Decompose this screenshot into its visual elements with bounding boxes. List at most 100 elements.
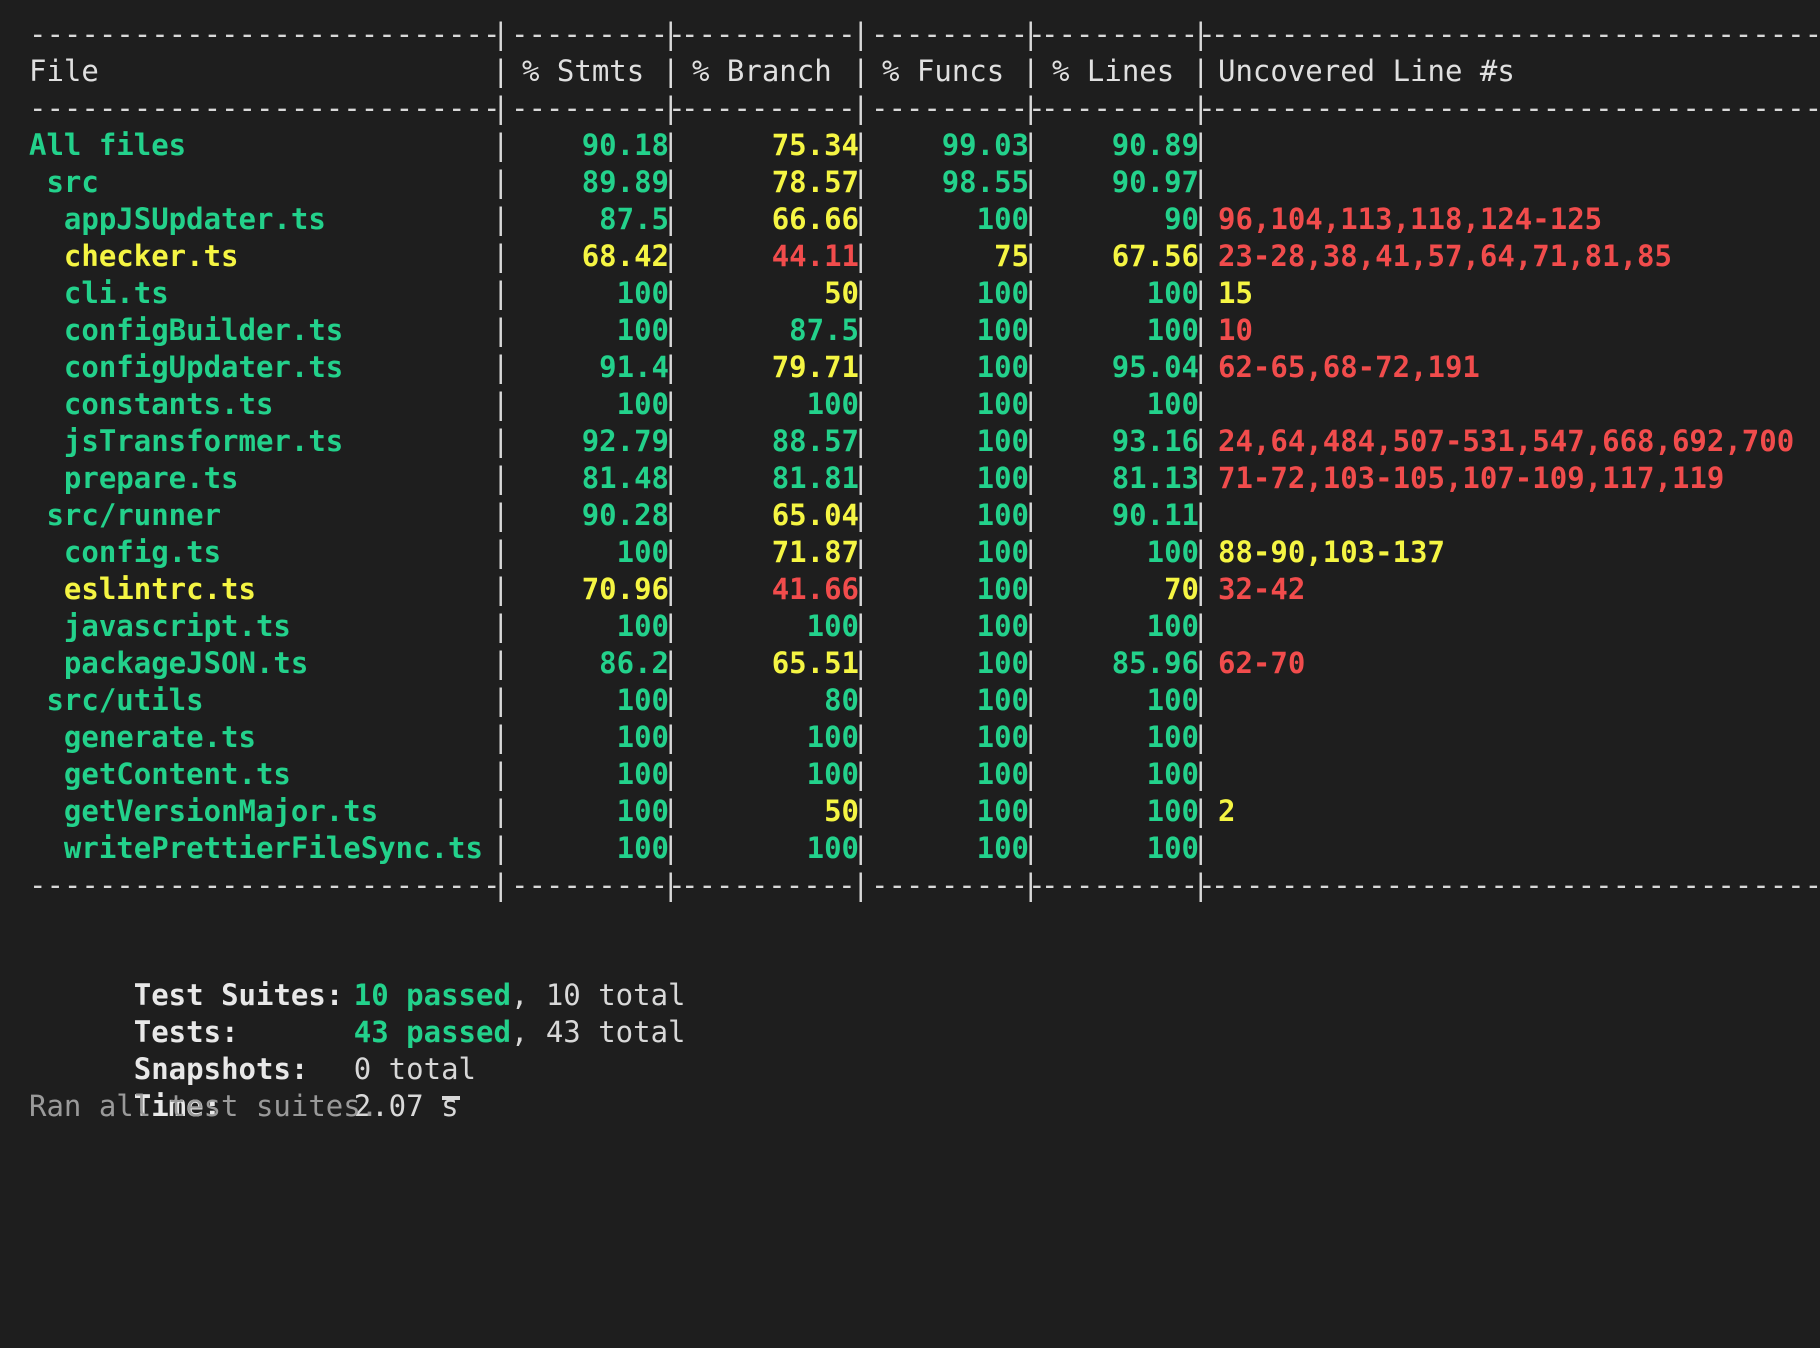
row-lines: 100	[1146, 757, 1199, 791]
table-row: packageJSON.ts | 86.2 | 65.51 | 100 | 85.96 | 62-7…	[29, 645, 1809, 682]
row-funcs: 100	[976, 609, 1029, 643]
summary-snapshots: Snapshots: 0 total	[29, 1014, 1809, 1086]
table-row: generate.ts | 100 | 100 | 100 | 100 |	[29, 720, 1210, 754]
row-stmts: 100	[616, 720, 669, 754]
row-branch: 88.57	[771, 424, 859, 458]
table-row: src/utils | 100 | 80 | 100 | 100 |	[29, 683, 1210, 717]
row-funcs: 100	[976, 313, 1029, 347]
summary-tests: Tests: 43 passed, 43 total	[29, 977, 1809, 1049]
separator-file: ---------------------------	[29, 17, 501, 51]
table-separator-bottom: --------------------------- | ----------…	[29, 868, 1820, 902]
row-stmts: 87.5	[599, 202, 669, 236]
table-row: src | 89.89 | 78.57 | 98.55 | 90.97 |	[29, 165, 1210, 199]
row-lines: 100	[1146, 387, 1199, 421]
row-funcs: 100	[976, 831, 1029, 865]
row-uncovered: 62-70	[1218, 646, 1306, 680]
table-row: getVersionMajor.ts | 100 | 50 | 100 | 100 | 2	[29, 793, 1809, 830]
row-stmts: 100	[616, 794, 669, 828]
row-funcs: 100	[976, 424, 1029, 458]
separator-funcs: ----------	[871, 17, 1046, 51]
row-file: configBuilder.ts	[29, 313, 344, 347]
table-row: getContent.ts | 100 | 100 | 100 | 100 |	[29, 757, 1210, 791]
row-stmts: 81.48	[581, 461, 669, 495]
row-uncovered: 15	[1218, 276, 1253, 310]
row-branch: 80	[824, 683, 859, 717]
table-row: writePrettierFileSync.ts | 100 | 100 | 100 | 100…	[29, 831, 1210, 865]
row-uncovered: 71-72,103-105,107-109,117,119	[1218, 461, 1725, 495]
row-file: javascript.ts	[29, 609, 291, 643]
summary-time: Time: 2.07 s	[29, 1051, 1809, 1123]
row-file: src/runner	[29, 498, 222, 532]
separator-stmts: ----------	[511, 17, 686, 51]
header-uncovered: Uncovered Line #s	[1218, 54, 1515, 88]
row-stmts: 86.2	[599, 646, 669, 680]
row-branch: 41.66	[771, 572, 859, 606]
row-branch: 100	[806, 387, 859, 421]
row-funcs: 100	[976, 276, 1029, 310]
test-summary: Test Suites: 10 passed, 10 total Tests: 43…	[29, 940, 1809, 1125]
row-stmts: 90.18	[581, 128, 669, 162]
row-stmts: 91.4	[599, 350, 669, 384]
row-branch: 65.51	[771, 646, 859, 680]
row-branch: 78.57	[771, 165, 859, 199]
row-file: jsTransformer.ts	[29, 424, 344, 458]
ran-message: Ran all test suites.	[29, 1089, 379, 1123]
row-stmts: 92.79	[581, 424, 669, 458]
row-branch: 50	[824, 794, 859, 828]
row-stmts: 100	[616, 387, 669, 421]
row-stmts: 100	[616, 609, 669, 643]
header-lines: % Lines	[1052, 54, 1175, 88]
row-lines: 100	[1146, 794, 1199, 828]
table-row: All files | 90.18 | 75.34 | 99.03 | 90.89 |	[29, 128, 1210, 162]
row-lines: 100	[1146, 720, 1199, 754]
summary-suites: Test Suites: 10 passed, 10 total	[29, 940, 1809, 1012]
row-funcs: 100	[976, 794, 1029, 828]
row-uncovered: 96,104,113,118,124-125	[1218, 202, 1603, 236]
row-stmts: 100	[616, 276, 669, 310]
row-branch: 100	[806, 757, 859, 791]
row-funcs: 100	[976, 350, 1029, 384]
table-row: jsTransformer.ts | 92.79 | 88.57 | 100 | 93.16 | 2…	[29, 423, 1809, 460]
separator-uncovered: -----------------------------------	[1211, 17, 1820, 51]
row-lines: 90.11	[1111, 498, 1199, 532]
row-branch: 71.87	[771, 535, 859, 569]
row-uncovered: 32-42	[1218, 572, 1306, 606]
table-row: appJSUpdater.ts | 87.5 | 66.66 | 100 | 90 | 96,104…	[29, 201, 1809, 238]
table-separator-top: --------------------------- | ----------…	[29, 16, 1820, 53]
row-funcs: 100	[976, 757, 1029, 791]
separator-lines: ----------	[1041, 17, 1216, 51]
terminal-output: --------------------------- | ----------…	[29, 16, 1820, 1125]
table-row: javascript.ts | 100 | 100 | 100 | 100 |	[29, 609, 1210, 643]
coverage-rows: All files | 90.18 | 75.34 | 99.03 | 90.89 | src | 8…	[29, 127, 1809, 867]
row-lines: 67.56	[1111, 239, 1199, 273]
row-file: All files	[29, 128, 187, 162]
row-lines: 70	[1164, 572, 1199, 606]
row-file: src	[29, 165, 99, 199]
row-branch: 50	[824, 276, 859, 310]
row-branch: 65.04	[771, 498, 859, 532]
row-funcs: 100	[976, 202, 1029, 236]
row-uncovered: 24,64,484,507-531,547,668,692,700	[1218, 424, 1795, 458]
row-stmts: 68.42	[581, 239, 669, 273]
row-branch: 100	[806, 831, 859, 865]
row-file: packageJSON.ts	[29, 646, 309, 680]
row-funcs: 100	[976, 646, 1029, 680]
row-file: prepare.ts	[29, 461, 239, 495]
row-file: src/utils	[29, 683, 204, 717]
row-branch: 81.81	[771, 461, 859, 495]
row-file: getVersionMajor.ts	[29, 794, 379, 828]
row-branch: 79.71	[771, 350, 859, 384]
row-lines: 93.16	[1111, 424, 1199, 458]
row-uncovered: 62-65,68-72,191	[1218, 350, 1480, 384]
row-uncovered: 88-90,103-137	[1218, 535, 1445, 569]
row-lines: 100	[1146, 683, 1199, 717]
row-funcs: 99.03	[941, 128, 1029, 162]
table-header-row: File | % Stmts | % Branch | % Funcs | % …	[29, 53, 1809, 90]
row-file: getContent.ts	[29, 757, 291, 791]
header-file: File	[29, 54, 99, 88]
row-file: configUpdater.ts	[29, 350, 344, 384]
row-file: checker.ts	[29, 239, 239, 273]
row-funcs: 100	[976, 535, 1029, 569]
header-funcs: % Funcs	[882, 54, 1005, 88]
row-file: constants.ts	[29, 387, 274, 421]
